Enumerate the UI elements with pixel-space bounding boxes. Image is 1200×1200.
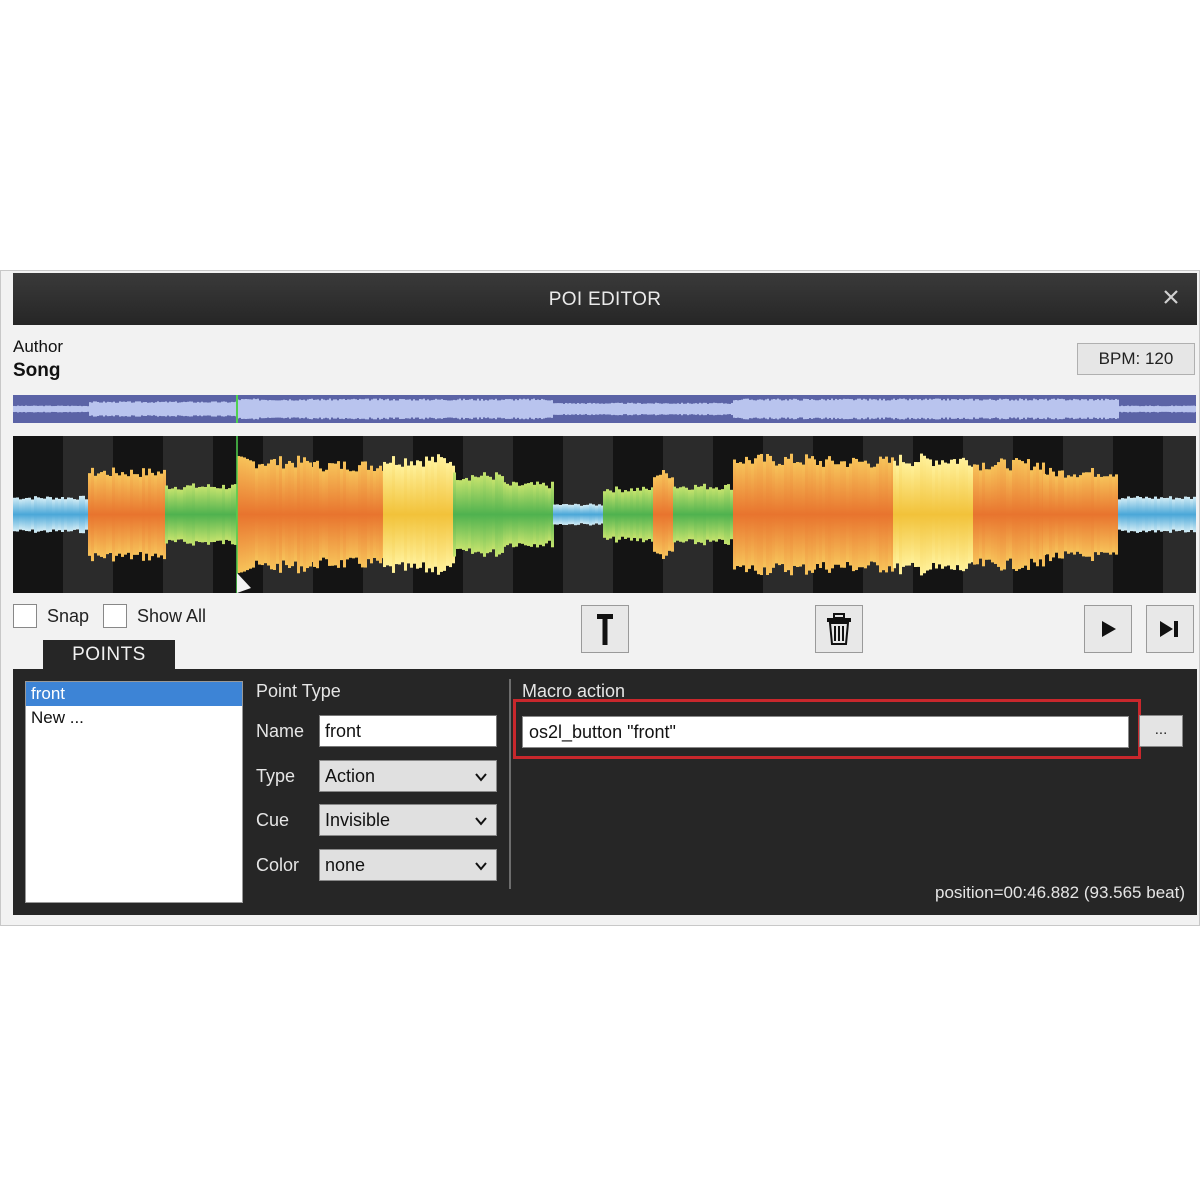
poi-editor-window: POI EDITOR Author Song BPM: 120 Snap Sho…	[0, 270, 1200, 926]
trash-icon	[827, 613, 851, 645]
point-type-heading: Point Type	[256, 681, 341, 701]
snap-checkbox[interactable]: Snap	[13, 604, 89, 628]
bpm-display: BPM: 120	[1077, 343, 1195, 375]
panel-divider	[509, 679, 511, 889]
show-all-checkbox[interactable]: Show All	[103, 604, 206, 628]
type-select-value: Action	[325, 766, 376, 786]
cue-label: Cue	[256, 810, 290, 830]
name-label: Name	[256, 721, 305, 741]
list-item-front[interactable]: front	[26, 682, 242, 706]
macro-action-input[interactable]: os2l_button "front"	[522, 716, 1129, 748]
author-label: Author	[13, 337, 64, 356]
macro-browse-button[interactable]: ...	[1139, 715, 1183, 747]
play-button[interactable]	[1084, 605, 1132, 653]
window-title: POI EDITOR	[548, 289, 662, 310]
name-field[interactable]: front	[319, 715, 497, 747]
color-select[interactable]: none	[319, 849, 497, 881]
waveform-graphic	[13, 436, 1196, 593]
chevron-down-icon	[475, 817, 487, 826]
color-select-value: none	[325, 855, 366, 875]
tab-points[interactable]: POINTS	[43, 640, 175, 670]
play-icon	[1102, 621, 1116, 637]
points-panel: front New ... Point Type Name front Type…	[13, 669, 1197, 915]
color-label: Color	[256, 855, 300, 875]
main-waveform[interactable]	[13, 436, 1196, 593]
overview-waveform-graphic	[13, 395, 1196, 423]
overview-waveform[interactable]	[13, 395, 1196, 423]
chevron-down-icon	[475, 773, 487, 782]
cue-select-value: Invisible	[325, 810, 391, 830]
delete-point-button[interactable]	[815, 605, 863, 653]
add-marker-button[interactable]	[581, 605, 629, 653]
skip-end-icon	[1160, 621, 1178, 637]
title-bar: POI EDITOR	[13, 273, 1197, 325]
position-readout: position=00:46.882 (93.565 beat)	[934, 883, 1185, 902]
show-all-label: Show All	[137, 605, 207, 626]
chevron-down-icon	[475, 862, 487, 871]
points-list[interactable]: front New ...	[25, 681, 243, 903]
type-label: Type	[256, 766, 296, 786]
skip-to-end-button[interactable]	[1146, 605, 1194, 653]
type-select[interactable]: Action	[319, 760, 497, 792]
cue-select[interactable]: Invisible	[319, 804, 497, 836]
snap-checkbox-box[interactable]	[13, 604, 37, 628]
snap-label: Snap	[47, 605, 90, 626]
marker-icon	[597, 614, 613, 645]
close-icon	[1164, 290, 1178, 304]
list-item-new[interactable]: New ...	[26, 706, 242, 730]
song-title: Song	[13, 360, 61, 381]
close-button[interactable]	[1159, 285, 1183, 309]
show-all-checkbox-box[interactable]	[103, 604, 127, 628]
